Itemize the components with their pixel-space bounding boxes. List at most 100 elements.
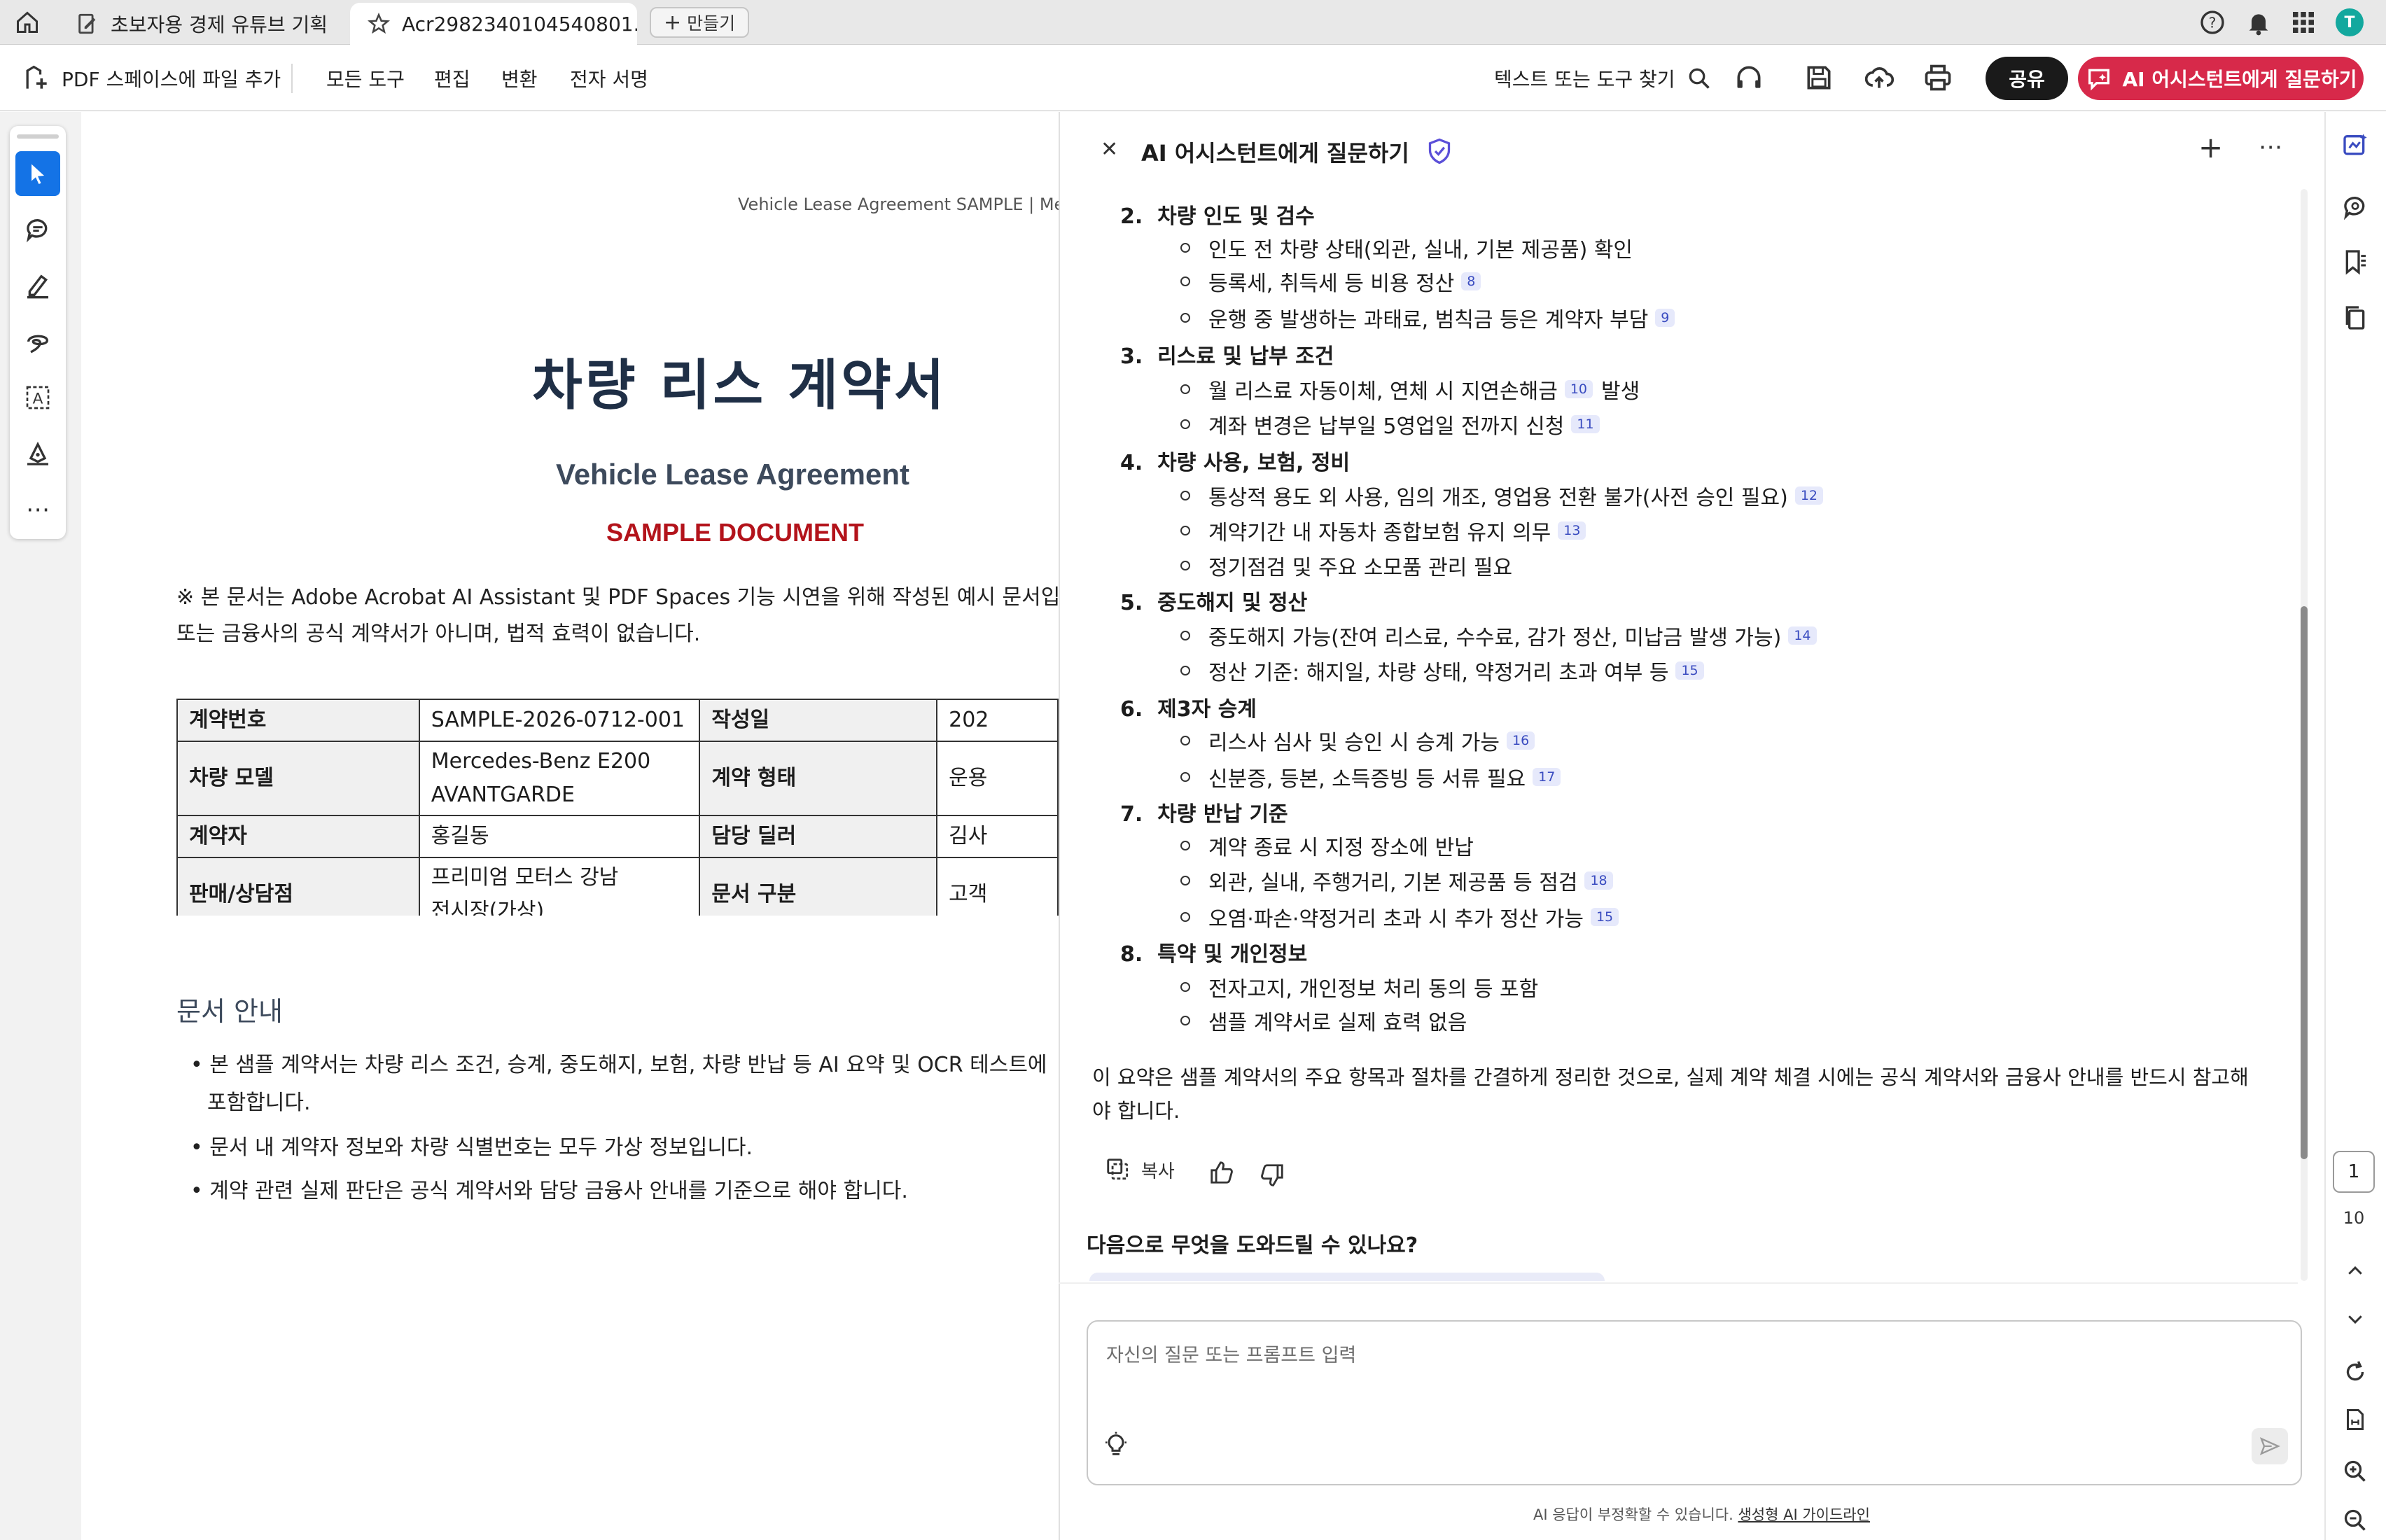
- upload-cloud-icon[interactable]: [1864, 62, 1895, 93]
- draw-tool-button[interactable]: [15, 319, 60, 364]
- citation-badge[interactable]: 10: [1564, 380, 1593, 398]
- summary-section-title: 4. 차량 사용, 보험, 정비: [1120, 451, 1351, 475]
- copy-response-button[interactable]: 복사: [1105, 1156, 1175, 1183]
- menu-edit[interactable]: 편집: [434, 46, 470, 111]
- shield-check-icon[interactable]: [1427, 137, 1452, 165]
- pages-rail-icon[interactable]: [2340, 302, 2371, 333]
- suggestion-chip-partial[interactable]: [1089, 1273, 1605, 1281]
- document-edit-icon: [76, 12, 99, 36]
- lightbulb-icon[interactable]: [1102, 1431, 1130, 1459]
- comments-rail-icon[interactable]: [2340, 192, 2371, 223]
- citation-badge[interactable]: 12: [1794, 486, 1824, 505]
- document-title-english: Vehicle Lease Agreement: [556, 458, 910, 491]
- summary-section-title: 5. 중도해지 및 정산: [1120, 591, 1308, 615]
- apps-grid-icon[interactable]: [2289, 8, 2317, 36]
- table-row: 차량 모델 Mercedes-Benz E200 AVANTGARDE 계약 형태…: [176, 741, 1059, 816]
- svg-text:?: ?: [2209, 15, 2217, 31]
- citation-badge[interactable]: 14: [1788, 626, 1817, 645]
- summary-section-title: 2. 차량 인도 및 검수: [1120, 204, 1315, 229]
- menu-convert[interactable]: 변환: [501, 46, 538, 111]
- drag-handle[interactable]: [17, 134, 59, 139]
- citation-badge[interactable]: 8: [1461, 272, 1481, 290]
- current-page-input[interactable]: 1: [2333, 1151, 2375, 1193]
- document-header: Vehicle Lease Agreement SAMPLE | Merc: [738, 195, 1080, 214]
- zoom-out-icon[interactable]: [2340, 1505, 2371, 1536]
- summary-list-item: 계약기간 내 자동차 종합보험 유지 의무 13: [1180, 515, 1586, 546]
- table-cell: 계약번호: [176, 699, 420, 742]
- prompt-input-box[interactable]: 자신의 질문 또는 프롬프트 입력: [1087, 1320, 2302, 1485]
- tab-youtube-plan[interactable]: 초보자용 경제 유튜브 기획: [59, 3, 339, 45]
- send-arrow-icon: [2259, 1435, 2281, 1457]
- find-text-tools[interactable]: 텍스트 또는 도구 찾기: [1494, 46, 1712, 111]
- contract-info-table-wrap: 계약번호 SAMPLE-2026-0712-001 작성일 202 차량 모델 …: [176, 699, 1059, 916]
- refresh-icon[interactable]: [2340, 1357, 2371, 1387]
- zoom-in-icon[interactable]: [2340, 1456, 2371, 1487]
- summary-list-item: 등록세, 취득세 등 비용 정산 8: [1180, 266, 1481, 297]
- sample-document-label: SAMPLE DOCUMENT: [606, 518, 864, 547]
- citation-badge[interactable]: 15: [1590, 908, 1619, 926]
- copy-icon: [1105, 1156, 1131, 1183]
- summary-section-title: 6. 제3자 승계: [1120, 697, 1257, 722]
- send-button[interactable]: [2252, 1428, 2288, 1464]
- thumbs-up-icon[interactable]: [1208, 1159, 1235, 1186]
- comment-tool-button[interactable]: [15, 207, 60, 252]
- add-to-spaces-button[interactable]: PDF 스페이스에 파일 추가: [21, 46, 281, 111]
- page-fit-icon[interactable]: [2340, 1404, 2371, 1435]
- citation-badge[interactable]: 9: [1655, 309, 1675, 327]
- thumbs-down-icon[interactable]: [1259, 1162, 1285, 1189]
- table-cell: 담당 딜러: [699, 815, 938, 858]
- panel-more-icon[interactable]: ⋯: [2259, 133, 2282, 161]
- next-page-chevron-icon[interactable]: [2340, 1303, 2371, 1334]
- previous-page-chevron-icon[interactable]: [2340, 1256, 2371, 1287]
- more-tools-icon[interactable]: ⋯: [15, 487, 60, 532]
- citation-badge[interactable]: 11: [1571, 415, 1600, 433]
- sign-tool-button[interactable]: [15, 431, 60, 476]
- user-avatar[interactable]: T: [2336, 8, 2364, 36]
- guide-item: • 계약 관련 실제 판단은 공식 계약서와 담당 금융사 안내를 기준으로 해…: [190, 1179, 908, 1203]
- home-icon[interactable]: [10, 7, 45, 38]
- table-cell: 작성일: [699, 699, 938, 742]
- select-tool-button[interactable]: [15, 151, 60, 196]
- help-icon[interactable]: ?: [2198, 8, 2226, 36]
- ask-ai-assistant-button[interactable]: AI 어시스턴트에게 질문하기: [2078, 57, 2364, 100]
- citation-badge[interactable]: 17: [1533, 768, 1561, 786]
- table-cell: 김사: [936, 815, 1059, 858]
- print-icon[interactable]: [1923, 62, 1953, 93]
- prompt-input-placeholder: 자신의 질문 또는 프롬프트 입력: [1106, 1345, 1357, 1366]
- save-icon[interactable]: [1804, 62, 1834, 93]
- panel-scrollbar-thumb[interactable]: [2301, 606, 2308, 1159]
- text-recognition-button[interactable]: A: [15, 375, 60, 420]
- citation-badge[interactable]: 13: [1558, 522, 1586, 540]
- close-panel-icon[interactable]: ✕: [1101, 137, 1118, 162]
- plus-icon: +: [664, 10, 682, 35]
- summary-list-item: 정산 기준: 해지일, 차량 상태, 약정거리 초과 여부 등 15: [1180, 655, 1704, 686]
- summary-list-item: 정기점검 및 주요 소모품 관리 필요: [1180, 550, 1512, 581]
- tab-lease-agreement[interactable]: Acr2982340104540801... ✕: [350, 3, 637, 45]
- ai-assistant-rail-icon[interactable]: [2340, 130, 2371, 161]
- star-icon[interactable]: [367, 12, 391, 36]
- highlight-tool-button[interactable]: [15, 263, 60, 308]
- cursor-arrow-icon: [25, 161, 50, 186]
- menu-e-sign[interactable]: 전자 서명: [570, 46, 648, 111]
- citation-badge[interactable]: 16: [1507, 732, 1535, 750]
- search-icon: [1687, 66, 1712, 91]
- new-chat-plus-icon[interactable]: +: [2198, 130, 2223, 164]
- citation-badge[interactable]: 18: [1584, 872, 1613, 890]
- ai-panel-title: AI 어시스턴트에게 질문하기: [1141, 140, 1409, 167]
- table-cell: 고객: [936, 857, 1059, 916]
- headphones-icon[interactable]: [1733, 62, 1764, 93]
- summary-section-title: 8. 특약 및 개인정보: [1120, 942, 1308, 967]
- menu-all-tools[interactable]: 모든 도구: [326, 46, 405, 111]
- citation-badge[interactable]: 15: [1675, 662, 1704, 680]
- bookmarks-rail-icon[interactable]: [2340, 246, 2371, 277]
- new-tab-button[interactable]: + 만들기: [650, 7, 750, 38]
- bell-icon[interactable]: [2245, 8, 2273, 36]
- document-title-korean: 차량 리스 계약서: [532, 354, 947, 417]
- quick-tools-panel: A ⋯: [10, 126, 66, 539]
- summary-list-item: 리스사 심사 및 승인 시 승계 가능 16: [1180, 725, 1535, 756]
- table-cell: 판매/상담점: [176, 857, 420, 916]
- share-button[interactable]: 공유: [1986, 57, 2068, 100]
- ai-guidelines-link[interactable]: 생성형 AI 가이드라인: [1738, 1506, 1869, 1523]
- guide-item-continuation: 포함합니다.: [207, 1091, 311, 1115]
- summary-list-item: 외관, 실내, 주행거리, 기본 제공품 등 점검 18: [1180, 865, 1613, 896]
